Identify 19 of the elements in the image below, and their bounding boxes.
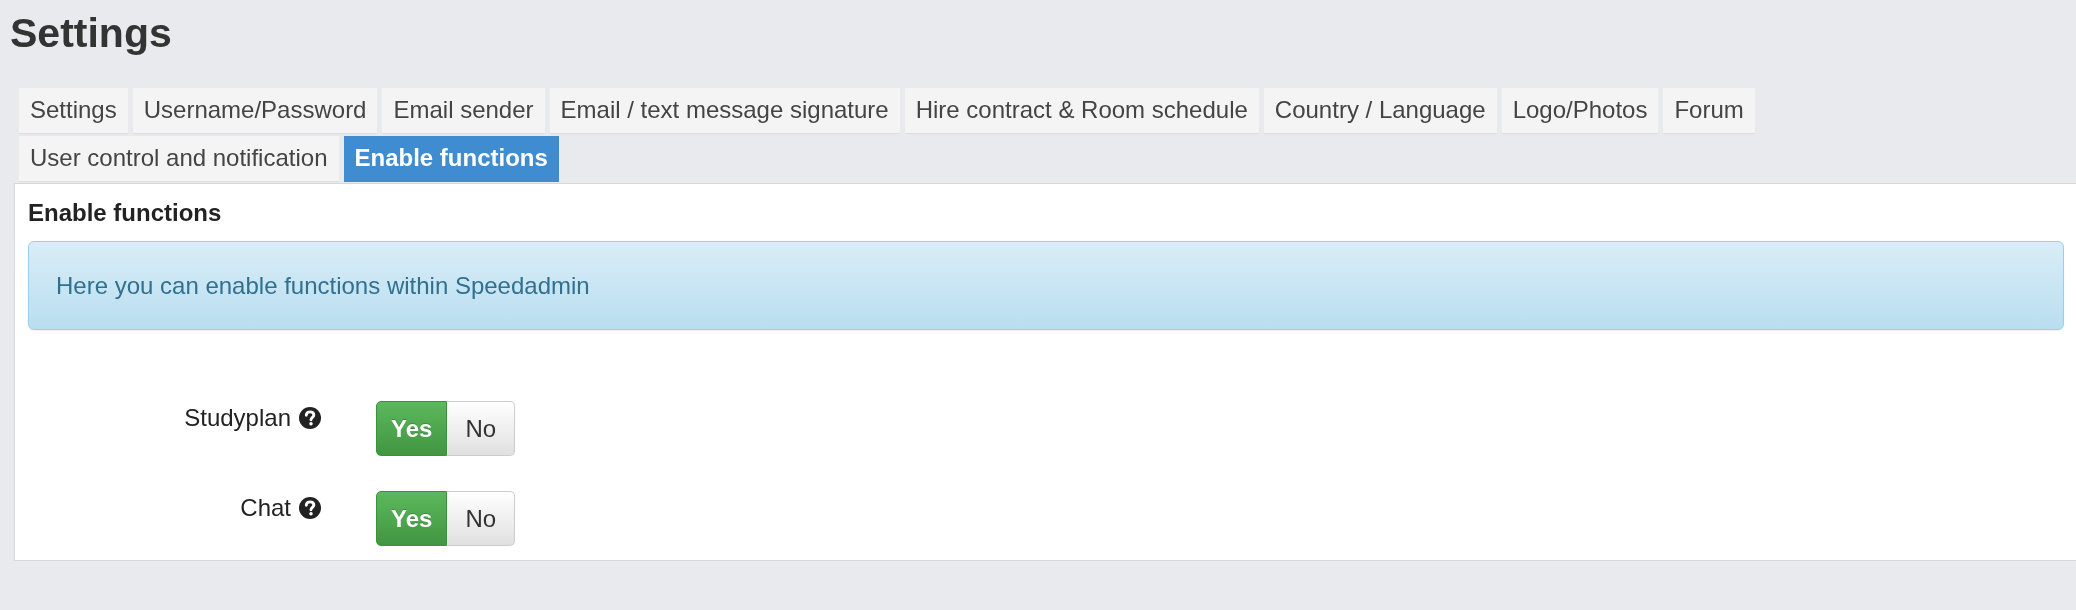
tab[interactable]: Settings — [19, 88, 128, 134]
toggle-option[interactable]: No — [447, 401, 516, 456]
tab[interactable]: Forum — [1663, 88, 1755, 134]
tab[interactable]: Logo/Photos — [1501, 88, 1659, 134]
help-icon[interactable] — [299, 497, 321, 519]
panel-heading: Enable functions — [28, 199, 223, 227]
page-title: Settings — [10, 9, 173, 57]
tab[interactable]: User control and notification — [19, 136, 339, 182]
tab[interactable]: Country / Language — [1263, 88, 1497, 134]
help-icon[interactable] — [299, 407, 321, 429]
tab[interactable]: Email sender — [382, 88, 545, 134]
tab[interactable]: Email / text message signature — [549, 88, 900, 134]
tab[interactable]: Hire contract & Room schedule — [904, 88, 1259, 134]
setting-label: Studyplan — [184, 404, 291, 432]
tab[interactable]: Enable functions — [343, 136, 559, 182]
setting-label: Chat — [240, 494, 291, 522]
toggle-option[interactable]: No — [447, 491, 516, 546]
info-text: Here you can enable functions within Speedadmin — [56, 271, 590, 300]
tab[interactable]: Username/Password — [132, 88, 378, 134]
